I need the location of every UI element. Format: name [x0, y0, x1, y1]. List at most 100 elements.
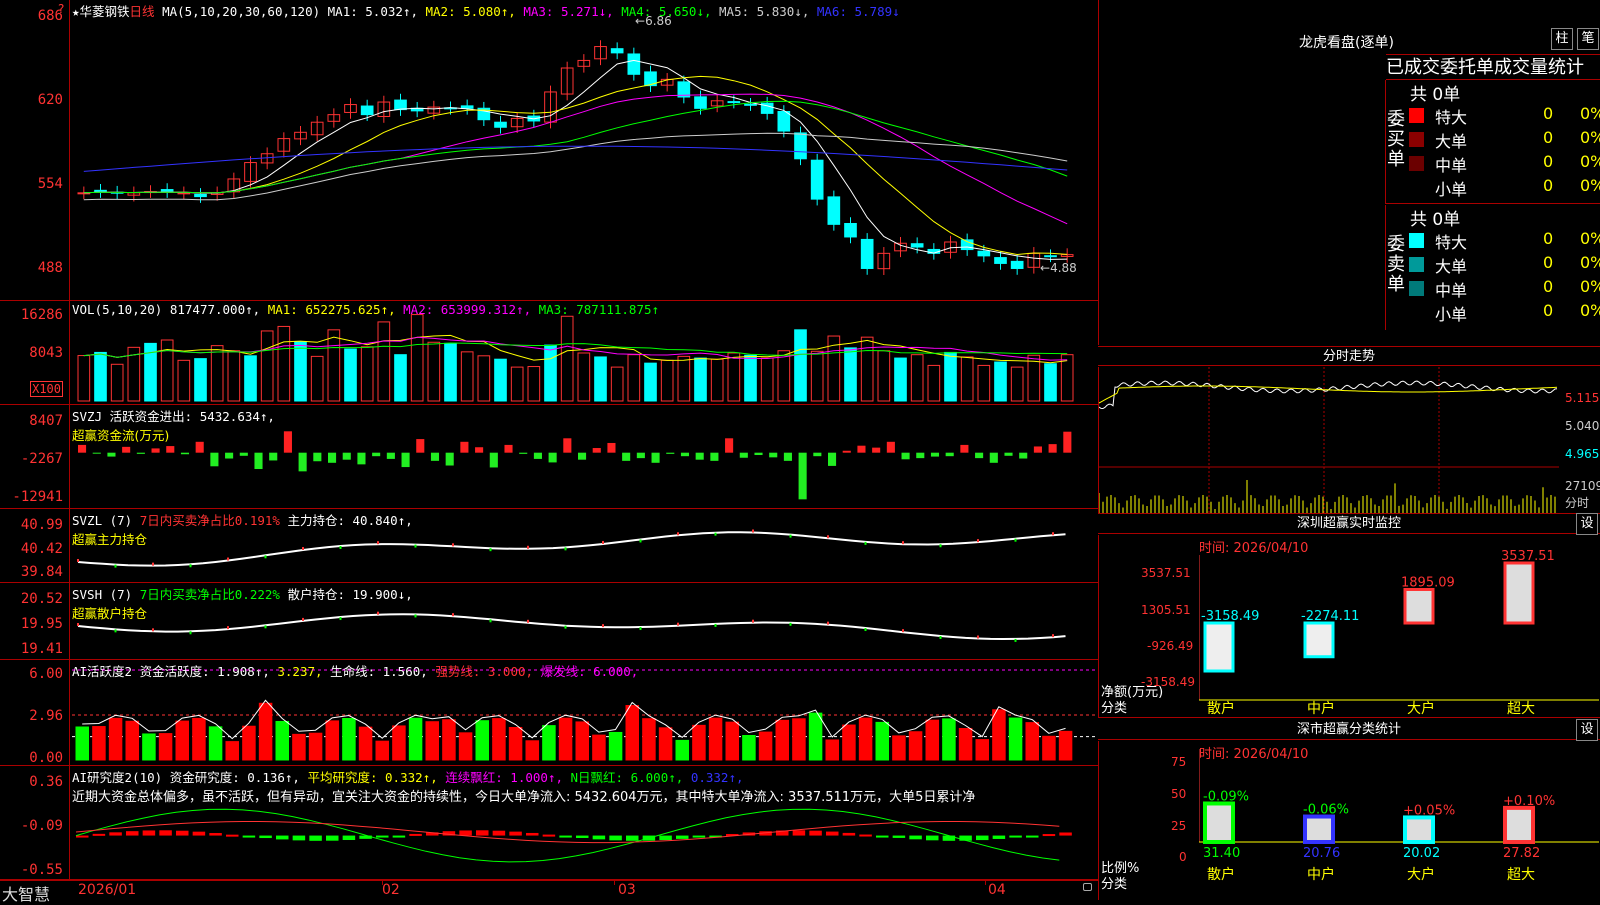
- activity-bar: [675, 739, 689, 761]
- ss-bar: [1303, 814, 1335, 844]
- fenshi-panel[interactable]: 5.115 5.040 4.965 27109 分时: [1098, 367, 1600, 514]
- flow-bar: [636, 452, 645, 459]
- svzl-panel[interactable]: 40.99 40.42 39.84 SVZL (7) 7日内买卖净占比0.191…: [0, 509, 1098, 583]
- tick-view-button[interactable]: 笔: [1577, 28, 1599, 50]
- x-tick: [985, 879, 986, 885]
- ss-settings-button[interactable]: 设: [1576, 719, 1598, 741]
- row-pct: 0%: [1580, 152, 1600, 171]
- main-position-line[interactable]: [72, 509, 1096, 582]
- flow-bar: [725, 438, 734, 453]
- research-bar: [659, 835, 672, 841]
- ai-activity-panel[interactable]: 6.00 2.96 0.00 AI活跃度2 资金活跃度: 1.908↑, 3.2…: [0, 660, 1098, 766]
- retail-position-line[interactable]: [72, 583, 1096, 659]
- activity-chart[interactable]: [72, 660, 1096, 765]
- intraday-chart[interactable]: [1099, 367, 1559, 513]
- flow-bar: [1048, 444, 1057, 453]
- sz-settings-button[interactable]: 设: [1576, 513, 1598, 535]
- flow-bar: [328, 452, 337, 463]
- sz-bar-chart[interactable]: -3158.49 散户 -2274.11 中户 1895.09 大户 3537.51 超大: [1199, 535, 1599, 717]
- sz-bar-label: 3537.51: [1501, 549, 1555, 564]
- buy-xl-swatch: [1409, 108, 1424, 123]
- volume-bar: [427, 341, 441, 402]
- research-bar: [559, 835, 572, 838]
- ss-value-label: 20.02: [1403, 846, 1440, 861]
- flow-bar: [548, 452, 557, 463]
- lock-icon[interactable]: [1083, 883, 1092, 891]
- row-pct: 0%: [1580, 229, 1600, 248]
- bar-view-button[interactable]: 柱: [1551, 28, 1573, 50]
- activity-bar: [942, 718, 956, 761]
- research-bar: [209, 833, 222, 836]
- sz-monitor[interactable]: 时间: 2026/04/10 3537.51 1305.51 -926.49 -…: [1098, 535, 1600, 718]
- price-panel[interactable]: 686 620 554 488 ? ★华菱钢铁日线 MA(5,10,20,30,…: [0, 0, 1098, 301]
- research-bar: [576, 835, 589, 838]
- ss-stats[interactable]: 时间: 2026/04/10 75 50 25 0 比例% 分类 -0.09% 3…: [1098, 741, 1600, 900]
- activity-bar: [825, 739, 839, 761]
- research-bar: [692, 835, 706, 838]
- price-line: [1099, 380, 1558, 410]
- fund-flow-chart[interactable]: [72, 405, 1096, 508]
- volume-bar: [527, 366, 541, 402]
- flow-bar: [386, 452, 395, 459]
- ss-axis: 50: [1171, 787, 1187, 801]
- research-chart[interactable]: [72, 766, 1096, 879]
- svzj-panel[interactable]: 8407 -2267 -12941 SVZJ 活跃资金进出: 5432.634↑…: [0, 405, 1098, 509]
- volume-bar: [644, 362, 657, 402]
- volume-bar: [1060, 354, 1074, 402]
- flow-bar: [254, 452, 263, 470]
- sz-bar-label: -3158.49: [1201, 609, 1259, 624]
- candle: [727, 101, 741, 104]
- longhu-title: 龙虎看盘(逐单): [1299, 35, 1394, 51]
- candle: [860, 238, 874, 269]
- buy-label: 委买单: [1387, 109, 1405, 170]
- research-bar: [309, 835, 322, 841]
- row-name: 特大: [1435, 108, 1468, 127]
- sell-total: 共 0单: [1410, 210, 1461, 230]
- volume-chart[interactable]: [72, 301, 1096, 404]
- volume-bar: [927, 364, 941, 402]
- research-bar: [892, 835, 906, 838]
- volume-bar: [77, 355, 91, 402]
- volume-bar: [977, 364, 991, 402]
- axis-label: -0.55: [20, 862, 63, 878]
- fs-vol: 27109: [1565, 479, 1600, 493]
- flow-bar: [283, 431, 292, 453]
- volume-panel[interactable]: 16286 8043 X100 VOL(5,10,20) 817477.000↑…: [0, 301, 1098, 405]
- candle: [394, 99, 407, 111]
- sz-category: 大户: [1407, 700, 1435, 717]
- flow-bar: [960, 444, 969, 453]
- svsh-panel[interactable]: 20.52 19.95 19.41 SVSH (7) 7日内买卖净占比0.222…: [0, 583, 1098, 660]
- activity-bar: [458, 732, 473, 761]
- activity-bar: [358, 726, 373, 761]
- activity-bar: [392, 725, 406, 761]
- ma5-line: [83, 132, 1068, 201]
- flow-bar: [533, 452, 542, 459]
- axis-label: 8043: [29, 345, 63, 361]
- research-bar: [392, 835, 406, 838]
- flow-bar: [269, 452, 278, 461]
- activity-bar: [475, 720, 489, 761]
- activity-bar: [692, 724, 706, 761]
- ai-research-panel[interactable]: 0.36 -0.09 -0.55 AI研究度2(10) 资金研究度: 0.136…: [0, 766, 1098, 880]
- candlestick-chart[interactable]: [72, 0, 1096, 300]
- candle: [694, 96, 707, 109]
- flow-bar: [607, 442, 616, 453]
- candle: [794, 132, 807, 160]
- activity-bar: [908, 731, 923, 761]
- svzj-axis: 8407 -2267 -12941: [0, 405, 70, 508]
- ss-bar: [1503, 805, 1535, 844]
- row-name: 特大: [1435, 233, 1468, 252]
- ss-bar-chart[interactable]: -0.09% 31.40 散户 -0.06% 20.76 中户 +0.05% 20.02 大户 +…: [1199, 741, 1599, 899]
- flow-bar: [151, 448, 160, 453]
- activity-bar: [192, 717, 206, 761]
- row-qty: 0: [1543, 277, 1554, 296]
- fenshi-title[interactable]: 分时走势: [1098, 346, 1600, 366]
- buy-row-xl: 特大 0 0%: [1405, 104, 1600, 128]
- activity-bar: [342, 717, 356, 761]
- ss-value-label: 31.40: [1203, 846, 1240, 861]
- flow-bar: [563, 438, 572, 453]
- volume-unit[interactable]: X100: [30, 381, 63, 397]
- activity-bar: [142, 733, 156, 761]
- ss-category: 大户: [1407, 866, 1435, 883]
- question-icon[interactable]: ?: [58, 2, 64, 16]
